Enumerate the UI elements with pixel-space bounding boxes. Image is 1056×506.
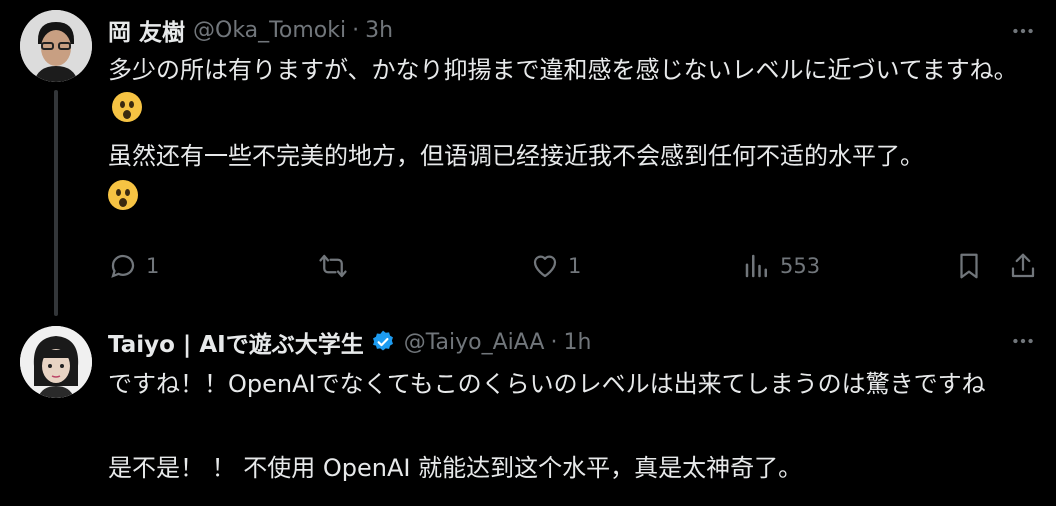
reply-button[interactable]: 1 — [108, 246, 159, 286]
thread-line — [54, 90, 58, 316]
bookmark-icon — [960, 253, 978, 279]
tweet-header: Taiyo | AIで遊ぶ大学生 @Taiyo_AiAA · 1h — [108, 322, 591, 362]
tweet[interactable]: Taiyo | AIで遊ぶ大学生 @Taiyo_AiAA · 1h ですね！！O… — [0, 320, 1056, 506]
share-icon — [1011, 253, 1035, 278]
author-handle[interactable]: @Oka_Tomoki — [193, 18, 346, 43]
like-count: 1 — [568, 254, 582, 278]
tweet-text-japanese: 多少の所は有りますが、かなり抑揚まで違和感を感じないレベルに近づいてますね。 — [108, 56, 1018, 84]
views-button[interactable]: 553 — [742, 246, 820, 286]
avatar[interactable] — [20, 10, 92, 82]
author-name[interactable]: 岡 友樹 — [108, 13, 185, 47]
tweet-translation: 虽然还有一些不完美的地方，但语调已经接近我不会感到任何不适的水平了。 — [108, 138, 1038, 210]
bookmark-button[interactable] — [954, 246, 984, 286]
tweet-text-chinese: 虽然还有一些不完美的地方，但语调已经接近我不会感到任何不适的水平了。 — [108, 142, 924, 170]
tweet-header: 岡 友樹 @Oka_Tomoki · 3h — [108, 10, 393, 50]
retweet-button[interactable] — [318, 246, 356, 286]
share-button[interactable] — [1008, 246, 1038, 286]
retweet-icon — [319, 254, 347, 278]
tweet-text-chinese: 是不是！ ！ 不使用 OpenAI 就能达到这个水平，真是太神奇了。 — [108, 454, 803, 482]
more-icon[interactable] — [1008, 16, 1038, 46]
astonished-face-icon — [108, 180, 138, 210]
author-handle[interactable]: @Taiyo_AiAA — [404, 330, 545, 355]
reply-count: 1 — [146, 254, 160, 278]
separator-dot: · — [550, 329, 558, 355]
astonished-face-icon — [112, 92, 142, 122]
timestamp[interactable]: 3h — [365, 18, 393, 43]
timestamp[interactable]: 1h — [563, 330, 591, 355]
views-icon — [745, 254, 767, 278]
verified-badge-icon — [372, 330, 393, 351]
views-count: 553 — [780, 254, 821, 278]
tweet[interactable]: 岡 友樹 @Oka_Tomoki · 3h 多少の所は有りますが、かなり抑揚まで… — [0, 0, 1056, 320]
author-name[interactable]: Taiyo | AIで遊ぶ大学生 — [108, 325, 364, 359]
more-icon[interactable] — [1008, 326, 1038, 356]
heart-icon — [533, 255, 557, 278]
action-bar: 1 1 553 — [108, 246, 1038, 286]
tweet-text: 多少の所は有りますが、かなり抑揚まで違和感を感じないレベルに近づいてますね。 — [108, 52, 1038, 124]
like-button[interactable]: 1 — [530, 246, 581, 286]
reply-icon — [111, 254, 135, 278]
avatar[interactable] — [20, 326, 92, 398]
tweet-text-japanese: ですね！！OpenAIでなくてもこのくらいのレベルは出来てしまうのは驚きですね — [108, 370, 986, 398]
separator-dot: · — [352, 17, 360, 43]
